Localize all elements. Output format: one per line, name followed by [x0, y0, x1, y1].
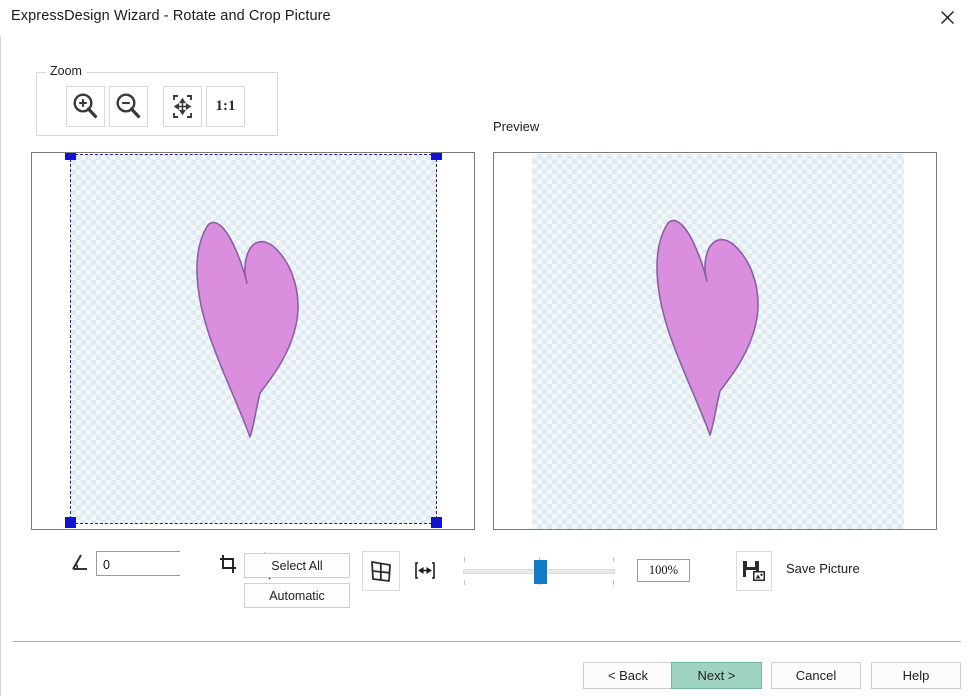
perspective-grid-icon — [363, 561, 399, 593]
preview-canvas — [493, 152, 937, 530]
zoom-in-button[interactable] — [66, 86, 105, 127]
horizontal-resize-icon — [415, 561, 435, 583]
slider-thumb[interactable] — [534, 560, 547, 584]
help-button[interactable]: Help — [871, 662, 961, 689]
next-button[interactable]: Next > — [671, 662, 762, 689]
zoom-slider[interactable] — [460, 551, 618, 591]
slider-tick — [464, 580, 465, 585]
selection-handle-bottom-right[interactable] — [431, 517, 442, 528]
save-picture-label: Save Picture — [786, 561, 860, 576]
perspective-correction-button[interactable] — [362, 551, 400, 591]
automatic-label: Automatic — [269, 588, 325, 603]
title-bar: ExpressDesign Wizard - Rotate and Crop P… — [0, 0, 971, 36]
select-all-button[interactable]: Select All — [244, 553, 350, 578]
zoom-percent-field[interactable]: 100% — [637, 559, 690, 582]
footer-separator — [13, 641, 961, 642]
zoom-percent-value: 100% — [648, 563, 679, 577]
angle-measure-icon — [70, 553, 89, 575]
rotation-angle-spinner[interactable] — [96, 551, 274, 580]
picture-shape — [196, 221, 299, 438]
save-picture-button[interactable] — [736, 551, 772, 591]
selection-handle-top-right[interactable] — [431, 153, 442, 160]
window-title: ExpressDesign Wizard - Rotate and Crop P… — [11, 8, 331, 24]
zoom-out-button[interactable] — [109, 86, 148, 127]
one-to-one-icon: 1:1 — [215, 98, 236, 114]
select-all-label: Select All — [271, 558, 323, 573]
next-button-label: Next > — [697, 668, 736, 683]
wizard-window: ExpressDesign Wizard - Rotate and Crop P… — [0, 0, 971, 696]
preview-label: Preview — [493, 119, 540, 134]
zoom-group-label: Zoom — [46, 64, 86, 78]
selection-handle-bottom-left[interactable] — [65, 517, 76, 528]
slider-tick — [464, 557, 465, 562]
selection-handle-top-left[interactable] — [65, 153, 76, 160]
preview-picture-shape — [656, 219, 759, 436]
edit-canvas[interactable] — [31, 152, 475, 530]
back-button[interactable]: < Back — [583, 662, 673, 689]
slider-tick — [613, 580, 614, 585]
window-left-edge — [0, 0, 3, 696]
back-button-label: < Back — [607, 668, 649, 683]
zoom-fit-button[interactable] — [163, 86, 202, 127]
automatic-button[interactable]: Automatic — [244, 583, 350, 608]
save-image-icon — [737, 561, 771, 593]
cancel-button-label: Cancel — [795, 668, 837, 683]
rotation-angle-input[interactable] — [97, 552, 264, 575]
zoom-actual-size-button[interactable]: 1:1 — [206, 86, 245, 127]
crop-icon — [219, 555, 237, 576]
cancel-button[interactable]: Cancel — [771, 662, 861, 689]
close-button[interactable] — [925, 0, 971, 34]
slider-tick — [613, 557, 614, 562]
help-button-label: Help — [902, 668, 930, 683]
